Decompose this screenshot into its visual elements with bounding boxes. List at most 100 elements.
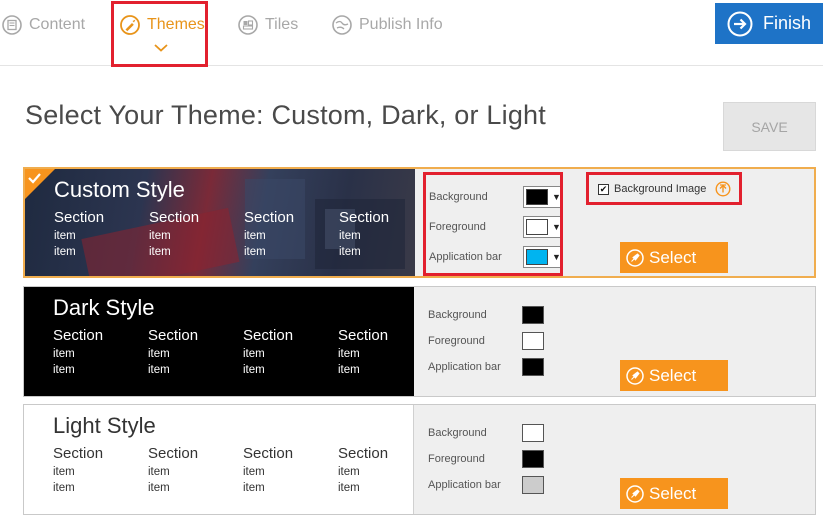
section-heading: Section <box>148 327 199 344</box>
chevron-down-icon <box>154 44 168 52</box>
select-light-button[interactable]: Select <box>620 478 728 509</box>
theme-title: Custom Style <box>54 177 185 202</box>
background-color-dropdown[interactable]: ▼ <box>523 186 563 208</box>
section-item: item <box>339 230 361 242</box>
color-label: Background <box>428 427 487 439</box>
section-heading: Section <box>338 327 389 344</box>
tab-content-label: Content <box>29 16 86 33</box>
content-icon <box>2 15 22 35</box>
color-label: Foreground <box>428 453 485 465</box>
dropdown-arrow-icon: ▼ <box>552 252 561 262</box>
color-swatch <box>526 249 548 265</box>
themes-icon <box>120 15 140 35</box>
select-dark-button[interactable]: Select <box>620 360 728 391</box>
top-nav: Content Themes Tiles Publish Info Finish <box>0 0 823 66</box>
section-column: Section item item <box>338 327 414 378</box>
tab-tiles-label: Tiles <box>265 16 299 33</box>
section-item: item <box>149 230 171 242</box>
section-item: item <box>243 466 265 478</box>
upload-icon[interactable] <box>715 181 731 197</box>
section-column: Section item item <box>149 209 244 260</box>
section-item: item <box>243 364 265 376</box>
color-swatch <box>526 189 548 205</box>
rocket-icon <box>626 248 644 267</box>
dropdown-arrow-icon: ▼ <box>552 222 561 232</box>
section-item: item <box>53 466 75 478</box>
foreground-color-dropdown[interactable]: ▼ <box>523 216 563 238</box>
selected-check-icon <box>25 169 55 199</box>
select-label: Select <box>649 365 697 385</box>
dropdown-arrow-icon: ▼ <box>552 192 561 202</box>
section-column: Section item item <box>338 445 413 496</box>
section-item: item <box>338 466 360 478</box>
arrow-right-circle-icon <box>727 11 753 36</box>
color-label: Application bar <box>429 251 502 263</box>
background-image-checkbox[interactable]: ✔ <box>598 183 609 195</box>
tiles-icon <box>238 15 258 35</box>
section-column: Section item item <box>243 327 338 378</box>
section-item: item <box>244 230 266 242</box>
tab-content[interactable]: Content <box>2 12 85 38</box>
finish-button[interactable]: Finish <box>715 3 823 44</box>
rocket-icon <box>626 366 644 385</box>
section-item: item <box>339 246 361 258</box>
color-swatch <box>522 450 544 468</box>
section-column: Section item item <box>148 327 243 378</box>
section-heading: Section <box>339 209 390 226</box>
color-swatch <box>522 332 544 350</box>
theme-preview-custom: Custom Style Section item item Section i… <box>25 169 415 276</box>
section-heading: Section <box>149 209 200 226</box>
section-list: Section item item Section item item Sect… <box>53 327 414 378</box>
color-swatch <box>526 219 548 235</box>
section-heading: Section <box>148 445 199 462</box>
tab-publish-info[interactable]: Publish Info <box>332 12 443 38</box>
section-item: item <box>338 364 360 376</box>
section-list: Section item item Section item item Sect… <box>54 209 415 260</box>
section-item: item <box>338 348 360 360</box>
color-swatch <box>522 358 544 376</box>
theme-title: Light Style <box>53 413 156 438</box>
save-button[interactable]: SAVE <box>723 102 816 151</box>
section-item: item <box>54 230 76 242</box>
tab-themes-label: Themes <box>147 16 205 33</box>
section-heading: Section <box>338 445 389 462</box>
color-settings: Background Foreground Application bar <box>428 287 578 396</box>
background-image-label: Background Image <box>614 183 707 195</box>
color-label: Background <box>429 191 488 203</box>
section-column: Section item item <box>148 445 243 496</box>
select-custom-button[interactable]: Select <box>620 242 728 273</box>
section-item: item <box>338 482 360 494</box>
color-swatch <box>522 476 544 494</box>
theme-preview-light: Light Style Section item item Section it… <box>24 405 414 514</box>
section-item: item <box>244 246 266 258</box>
finish-label: Finish <box>762 13 811 33</box>
section-column: Section item item <box>243 445 338 496</box>
tab-tiles[interactable]: Tiles <box>238 12 298 38</box>
section-heading: Section <box>243 445 294 462</box>
section-column: Section item item <box>244 209 339 260</box>
section-heading: Section <box>53 445 104 462</box>
section-column: Section item item <box>53 445 148 496</box>
section-item: item <box>148 466 170 478</box>
application-bar-color-dropdown[interactable]: ▼ <box>523 246 563 268</box>
section-item: item <box>53 364 75 376</box>
section-item: item <box>148 364 170 376</box>
section-heading: Section <box>54 209 105 226</box>
background-image-option: ✔ Background Image <box>598 181 731 197</box>
color-swatch <box>522 424 544 442</box>
section-list: Section item item Section item item Sect… <box>53 445 413 496</box>
rocket-icon <box>626 484 644 503</box>
section-column: Section item item <box>54 209 149 260</box>
section-item: item <box>149 246 171 258</box>
section-item: item <box>148 482 170 494</box>
section-item: item <box>53 348 75 360</box>
section-item: item <box>53 482 75 494</box>
section-item: item <box>148 348 170 360</box>
section-heading: Section <box>53 327 104 344</box>
color-label: Foreground <box>429 221 486 233</box>
theme-title: Dark Style <box>53 295 155 320</box>
select-label: Select <box>649 483 697 503</box>
tab-themes[interactable]: Themes <box>120 12 205 38</box>
section-item: item <box>243 482 265 494</box>
color-swatch <box>522 306 544 324</box>
